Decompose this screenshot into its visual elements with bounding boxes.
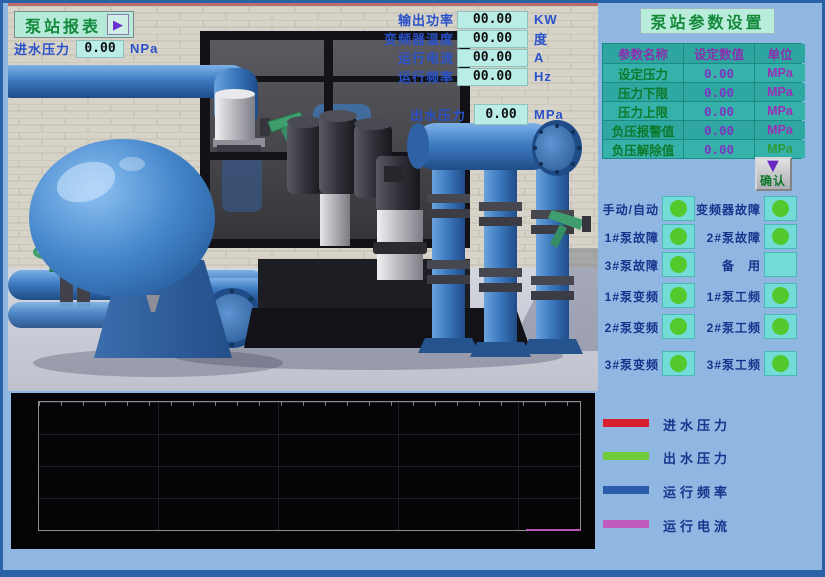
green-lamp-icon: [670, 355, 687, 372]
status-label-spare: 备 用: [689, 257, 761, 274]
run-frequency-readout: 运行频率 00.00 Hz: [336, 67, 598, 86]
output-power-readout: 输出功率 00.00 KW: [336, 10, 598, 29]
status-label-pump2-fault: 2#泵故障: [689, 229, 761, 246]
green-lamp-icon: [772, 287, 789, 304]
status-label-pump3-vfd: 3#泵变频: [597, 356, 659, 373]
legend-item-outlet-pressure: 出水压力: [601, 446, 821, 468]
lamp-pump3-mains: [764, 351, 797, 376]
legend-swatch-blue: [603, 486, 649, 494]
status-label-vfd-fault: 变频器故障: [689, 201, 761, 218]
inlet-pressure-label: 进水压力: [14, 39, 70, 58]
green-lamp-icon: [670, 228, 687, 245]
run-frequency-unit: Hz: [534, 69, 552, 84]
lamp-pump2-mains: [764, 314, 797, 339]
legend-label: 运行电流: [663, 516, 731, 535]
outlet-pressure-unit: MPa: [534, 107, 564, 122]
run-current-readout: 运行电流 00.00 A: [336, 48, 598, 67]
status-label-manual-auto: 手动/自动: [597, 201, 659, 218]
legend-label: 进水压力: [663, 415, 731, 434]
report-button[interactable]: 泵站报表 ▶: [14, 11, 134, 38]
outlet-pressure-value: 0.00: [474, 104, 528, 125]
run-frequency-label: 运行频率: [336, 67, 454, 86]
status-label-pump1-fault: 1#泵故障: [597, 229, 659, 246]
output-power-unit: KW: [534, 12, 558, 27]
legend-swatch-magenta: [603, 520, 649, 528]
green-lamp-icon: [670, 287, 687, 304]
inlet-pressure-unit: NPa: [130, 41, 158, 56]
plot-top-ticks: [39, 402, 580, 406]
legend-swatch-green: [603, 452, 649, 460]
inverter-temp-value: 00.00: [457, 30, 528, 48]
run-frequency-value: 00.00: [457, 68, 528, 86]
legend-item-inlet-pressure: 进水压力: [601, 413, 821, 435]
inlet-pressure-value: 0.00: [76, 40, 124, 58]
report-button-label: 泵站报表: [25, 13, 101, 37]
lamp-spare-empty: [764, 252, 797, 277]
outlet-pressure-readout: 出水压力 0.00 MPa: [354, 103, 564, 125]
green-lamp-icon: [670, 318, 687, 335]
legend-item-run-frequency: 运行频率: [601, 480, 821, 502]
outlet-pressure-label: 出水压力: [354, 105, 466, 124]
run-current-unit: A: [534, 50, 544, 65]
trend-chart: [11, 393, 595, 549]
run-current-trace: [526, 529, 581, 531]
legend-label: 出水压力: [663, 448, 731, 467]
status-label-pump1-mains: 1#泵工频: [689, 288, 761, 305]
green-lamp-icon: [772, 228, 789, 245]
inverter-temp-label: 变频器温度: [336, 29, 454, 48]
green-lamp-icon: [670, 200, 687, 217]
inlet-pressure-readout: 进水压力 0.00 NPa: [14, 39, 158, 58]
trend-plot-area: [38, 401, 581, 531]
green-lamp-icon: [670, 256, 687, 273]
readout-group: 输出功率 00.00 KW 变频器温度 00.00 度 运行电流 00.00 A…: [336, 10, 598, 86]
output-power-value: 00.00: [457, 11, 528, 29]
pump-station-3d-view: 泵站报表 ▶ 进水压力 0.00 NPa 输出功率 00.00 KW 变频器温度…: [8, 3, 598, 391]
lamp-pump2-fault: [764, 224, 797, 249]
run-current-label: 运行电流: [336, 48, 454, 67]
legend-label: 运行频率: [663, 482, 731, 501]
discharge-header: [407, 120, 591, 357]
inverter-temp-readout: 变频器温度 00.00 度: [336, 29, 598, 48]
lamp-pump1-mains: [764, 283, 797, 308]
status-lamp-panel: 手动/自动 变频器故障 1#泵故障 2#泵故障 3#泵故障 备 用 1#泵变频 …: [601, 3, 801, 393]
status-label-pump3-mains: 3#泵工频: [689, 356, 761, 373]
legend-swatch-red: [603, 419, 649, 427]
run-current-value: 00.00: [457, 49, 528, 67]
status-label-pump2-mains: 2#泵工频: [689, 319, 761, 336]
green-lamp-icon: [772, 200, 789, 217]
status-label-pump2-vfd: 2#泵变频: [597, 319, 659, 336]
play-icon[interactable]: ▶: [107, 14, 129, 35]
green-lamp-icon: [772, 318, 789, 335]
hmi-pump-station-screen: 泵站报表 ▶ 进水压力 0.00 NPa 输出功率 00.00 KW 变频器温度…: [0, 0, 825, 577]
status-label-pump3-fault: 3#泵故障: [597, 257, 659, 274]
status-label-pump1-vfd: 1#泵变频: [597, 288, 659, 305]
legend-item-run-current: 运行电流: [601, 514, 821, 536]
inverter-temp-unit: 度: [534, 29, 548, 48]
lamp-vfd-fault: [764, 196, 797, 221]
output-power-label: 输出功率: [336, 10, 454, 29]
green-lamp-icon: [772, 355, 789, 372]
